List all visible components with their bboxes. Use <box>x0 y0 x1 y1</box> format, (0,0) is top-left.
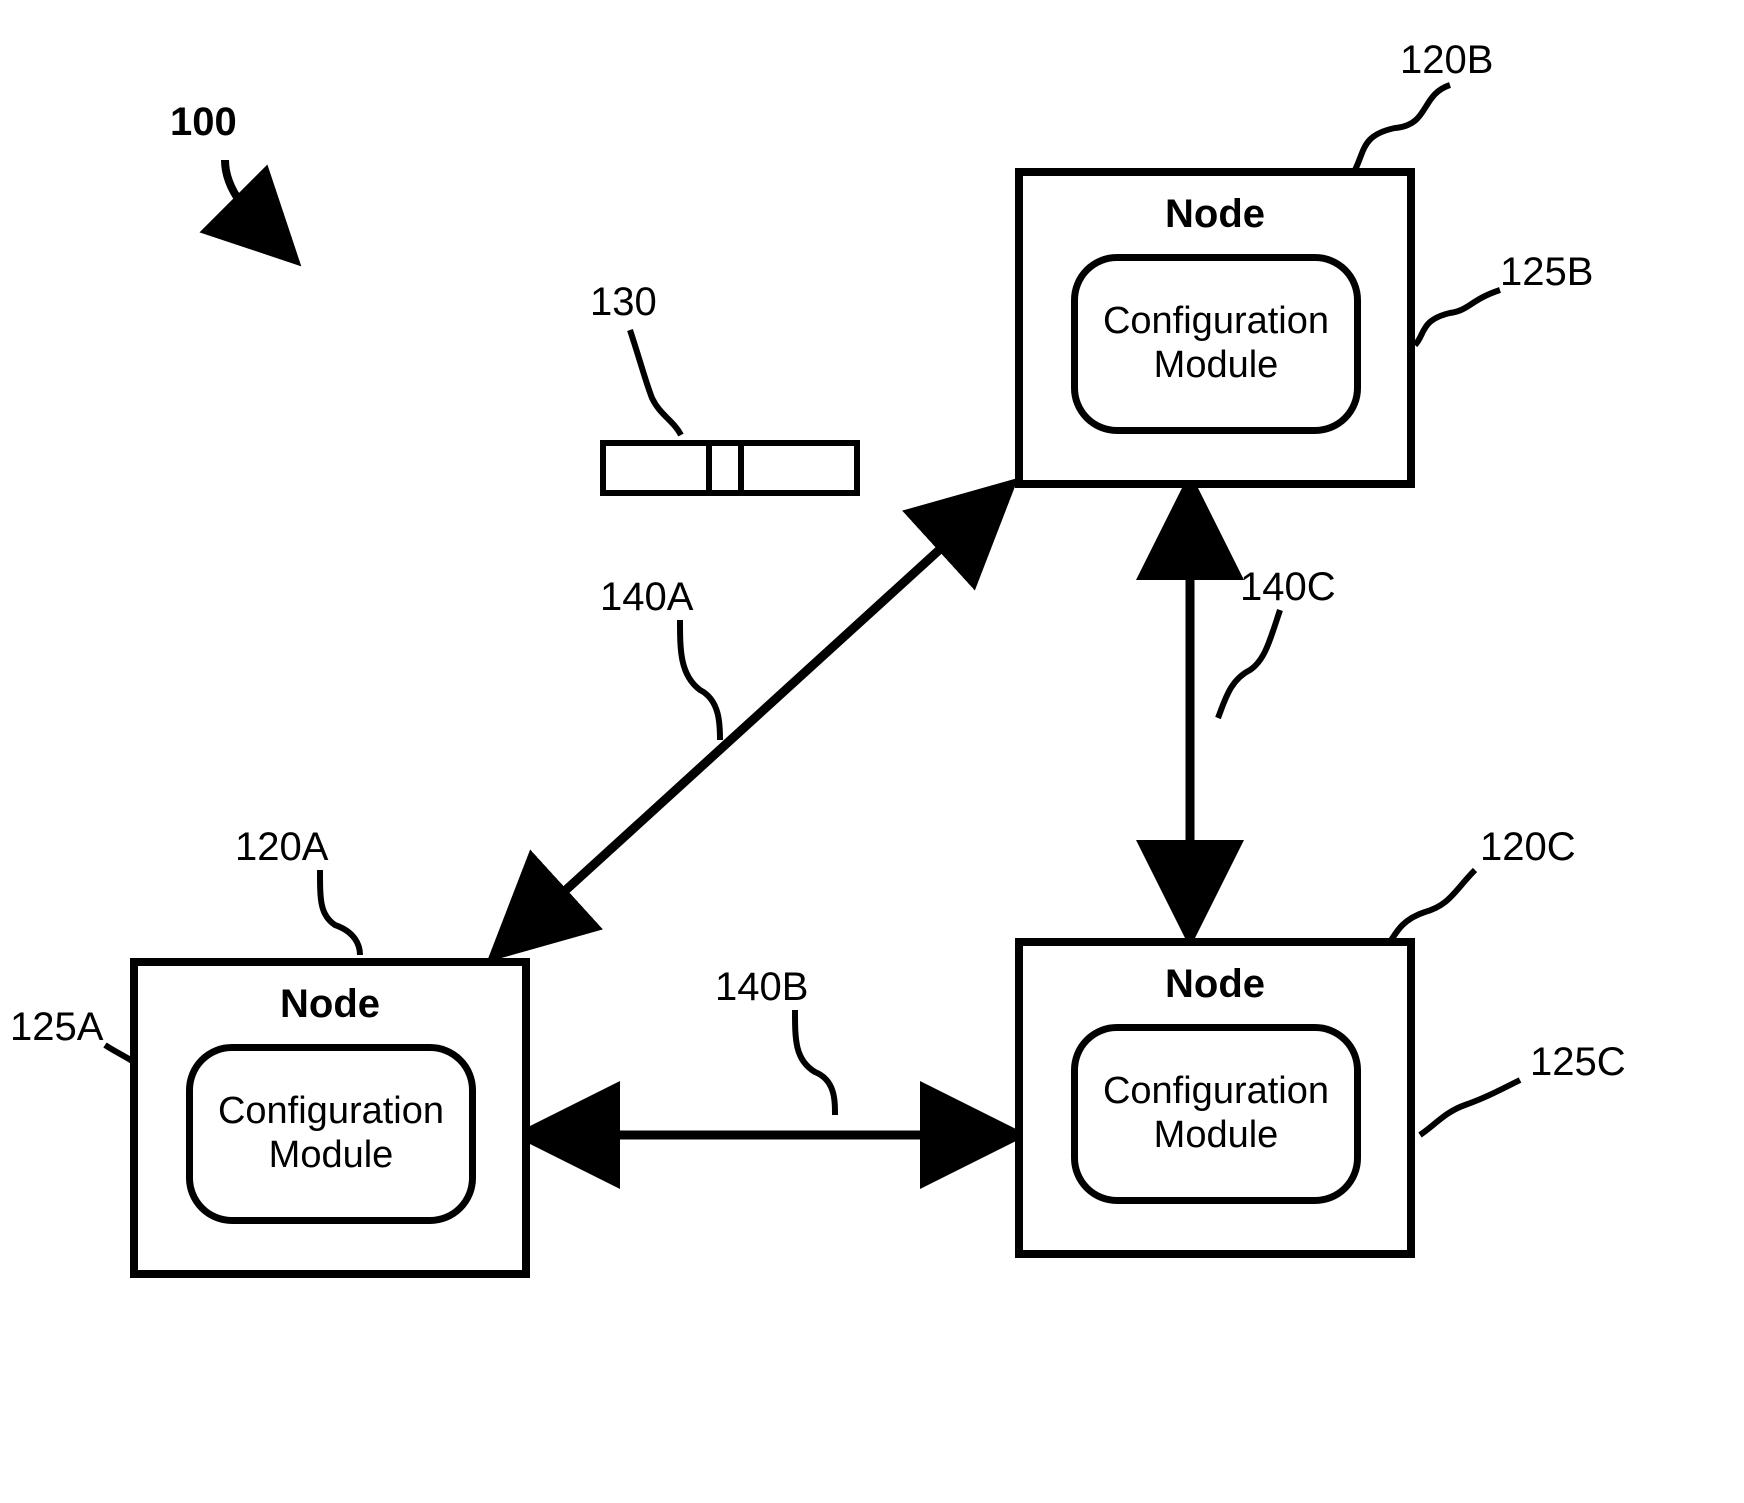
node-a-module: Configuration Module <box>186 1044 476 1224</box>
node-b-ref: 120B <box>1400 38 1493 83</box>
node-b-module: Configuration Module <box>1071 254 1361 434</box>
node-b: Node Configuration Module <box>1015 168 1415 488</box>
node-b-label: Node <box>1023 192 1407 237</box>
packet-ref-label: 130 <box>590 280 657 325</box>
node-a-label: Node <box>138 982 522 1027</box>
node-c-ref: 120C <box>1480 825 1576 870</box>
node-a: Node Configuration Module <box>130 958 530 1278</box>
node-a-module-ref: 125A <box>10 1005 103 1050</box>
figure-ref-label: 100 <box>170 100 237 145</box>
link-b-ref: 140B <box>715 965 808 1010</box>
link-c-ref: 140C <box>1240 565 1336 610</box>
node-c-module-ref: 125C <box>1530 1040 1626 1085</box>
node-a-ref: 120A <box>235 825 328 870</box>
diagram-canvas: 100 <box>0 0 1744 1503</box>
node-c-module: Configuration Module <box>1071 1024 1361 1204</box>
node-c-label: Node <box>1023 962 1407 1007</box>
node-b-module-ref: 125B <box>1500 250 1593 295</box>
link-a-ref: 140A <box>600 575 693 620</box>
packet-icon <box>600 440 860 496</box>
node-c: Node Configuration Module <box>1015 938 1415 1258</box>
